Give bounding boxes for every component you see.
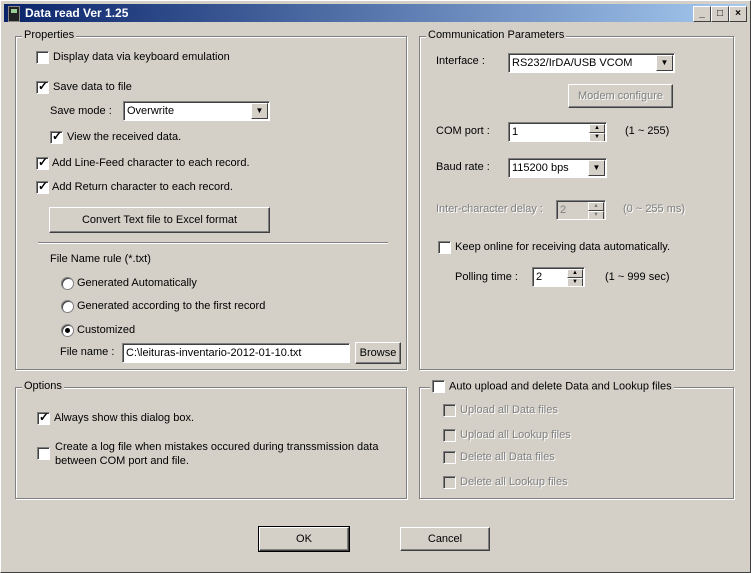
- baud-rate-value: 115200 bps: [512, 162, 569, 174]
- delete-lookup-label: Delete all Lookup files: [460, 476, 568, 488]
- inter-char-delay-value: 2: [560, 204, 567, 216]
- inter-char-delay-input[interactable]: 2 ▲ ▼: [556, 200, 606, 220]
- polling-time-value: 2: [536, 271, 543, 283]
- add-return-checkbox[interactable]: [36, 179, 49, 194]
- spin-up-icon[interactable]: ▲: [588, 202, 604, 211]
- save-mode-select[interactable]: Overwrite ▼: [123, 101, 270, 121]
- auto-upload-label: Auto upload and delete Data and Lookup f…: [449, 380, 672, 393]
- chevron-down-icon[interactable]: ▼: [251, 103, 268, 119]
- options-label: Options: [22, 380, 64, 392]
- spin-up-icon[interactable]: ▲: [589, 124, 605, 133]
- add-line-feed-label: Add Line-Feed character to each record.: [52, 157, 250, 169]
- keyboard-emulation-checkbox[interactable]: [36, 51, 49, 64]
- upload-lookup-label: Upload all Lookup files: [460, 429, 571, 441]
- comm-params-group: Communication Parameters Interface : RS2…: [419, 29, 734, 370]
- minimize-button[interactable]: _: [693, 6, 711, 22]
- polling-time-range: (1 ~ 999 sec): [605, 271, 670, 283]
- upload-data-checkbox[interactable]: [443, 404, 456, 417]
- properties-group: Properties Display data via keyboard emu…: [15, 29, 407, 370]
- save-mode-value: Overwrite: [127, 105, 175, 117]
- auto-upload-checkbox[interactable]: [432, 380, 445, 393]
- com-port-input[interactable]: 1 ▲ ▼: [508, 122, 607, 142]
- gen-auto-radio[interactable]: [61, 277, 74, 290]
- com-port-label: COM port :: [436, 125, 490, 137]
- save-mode-label: Save mode :: [50, 105, 112, 117]
- options-group: Options Always show this dialog box. Cre…: [15, 380, 407, 499]
- customized-radio[interactable]: [61, 324, 74, 337]
- upload-lookup-checkbox[interactable]: [443, 429, 456, 442]
- keep-online-checkbox[interactable]: [438, 241, 451, 254]
- comm-params-label: Communication Parameters: [426, 29, 567, 41]
- gen-first-record-radio[interactable]: [61, 300, 74, 313]
- save-to-file-checkbox[interactable]: [36, 79, 49, 94]
- inter-char-delay-range: (0 ~ 255 ms): [623, 203, 686, 215]
- spin-down-icon[interactable]: ▼: [567, 278, 583, 286]
- window-title: Data read Ver 1.25: [25, 6, 129, 20]
- properties-label: Properties: [22, 29, 77, 41]
- cancel-button[interactable]: Cancel: [400, 527, 490, 551]
- divider: [38, 242, 388, 244]
- always-show-checkbox[interactable]: [37, 410, 50, 425]
- interface-select[interactable]: RS232/IrDA/USB VCOM ▼: [508, 53, 675, 73]
- log-file-label-line2: between COM port and file.: [55, 455, 189, 467]
- close-button[interactable]: ×: [729, 6, 747, 22]
- log-file-label-line1: Create a log file when mistakes occured …: [55, 441, 379, 453]
- baud-rate-label: Baud rate :: [436, 161, 490, 173]
- interface-value: RS232/IrDA/USB VCOM: [512, 57, 633, 69]
- ok-button[interactable]: OK: [258, 526, 350, 552]
- maximize-button[interactable]: □: [711, 6, 729, 22]
- gen-auto-label: Generated Automatically: [77, 277, 197, 289]
- always-show-label: Always show this dialog box.: [54, 412, 195, 424]
- file-name-rule-label: File Name rule (*.txt): [50, 253, 151, 265]
- modem-configure-button[interactable]: Modem configure: [568, 84, 673, 108]
- upload-data-label: Upload all Data files: [460, 404, 558, 416]
- chevron-down-icon[interactable]: ▼: [656, 55, 673, 71]
- interface-label: Interface :: [436, 55, 485, 67]
- delete-data-label: Delete all Data files: [460, 451, 555, 463]
- gen-first-record-label: Generated according to the first record: [77, 300, 266, 312]
- title-bar: Data read Ver 1.25 _ □ ×: [4, 4, 747, 22]
- spin-down-icon[interactable]: ▼: [589, 133, 605, 141]
- save-to-file-label: Save data to file: [53, 81, 132, 93]
- auto-upload-header: Auto upload and delete Data and Lookup f…: [430, 380, 674, 393]
- convert-excel-button[interactable]: Convert Text file to Excel format: [49, 207, 270, 233]
- app-icon: [8, 6, 20, 22]
- log-file-checkbox[interactable]: [37, 447, 50, 460]
- spin-down-icon[interactable]: ▼: [588, 211, 604, 219]
- add-line-feed-checkbox[interactable]: [36, 155, 49, 170]
- chevron-down-icon[interactable]: ▼: [588, 160, 605, 176]
- inter-char-delay-label: Inter-character delay :: [436, 203, 543, 215]
- keep-online-label: Keep online for receiving data automatic…: [455, 241, 671, 253]
- dialog-window: Data read Ver 1.25 _ □ × Properties Disp…: [0, 0, 751, 573]
- delete-lookup-checkbox[interactable]: [443, 476, 456, 489]
- keyboard-emulation-label: Display data via keyboard emulation: [53, 51, 230, 63]
- file-name-label: File name :: [60, 346, 115, 358]
- browse-button[interactable]: Browse: [355, 342, 401, 364]
- spin-up-icon[interactable]: ▲: [567, 269, 583, 278]
- view-received-label: View the received data.: [67, 131, 182, 143]
- file-name-input[interactable]: C:\leituras-inventario-2012-01-10.txt: [122, 343, 350, 363]
- add-return-label: Add Return character to each record.: [52, 181, 233, 193]
- com-port-value: 1: [512, 126, 519, 138]
- auto-upload-group: Auto upload and delete Data and Lookup f…: [419, 380, 734, 499]
- polling-time-label: Polling time :: [455, 271, 518, 283]
- baud-rate-select[interactable]: 115200 bps ▼: [508, 158, 607, 178]
- view-received-checkbox[interactable]: [50, 129, 63, 144]
- delete-data-checkbox[interactable]: [443, 451, 456, 464]
- polling-time-input[interactable]: 2 ▲ ▼: [532, 267, 585, 287]
- com-port-range: (1 ~ 255): [625, 125, 670, 137]
- customized-label: Customized: [77, 324, 136, 336]
